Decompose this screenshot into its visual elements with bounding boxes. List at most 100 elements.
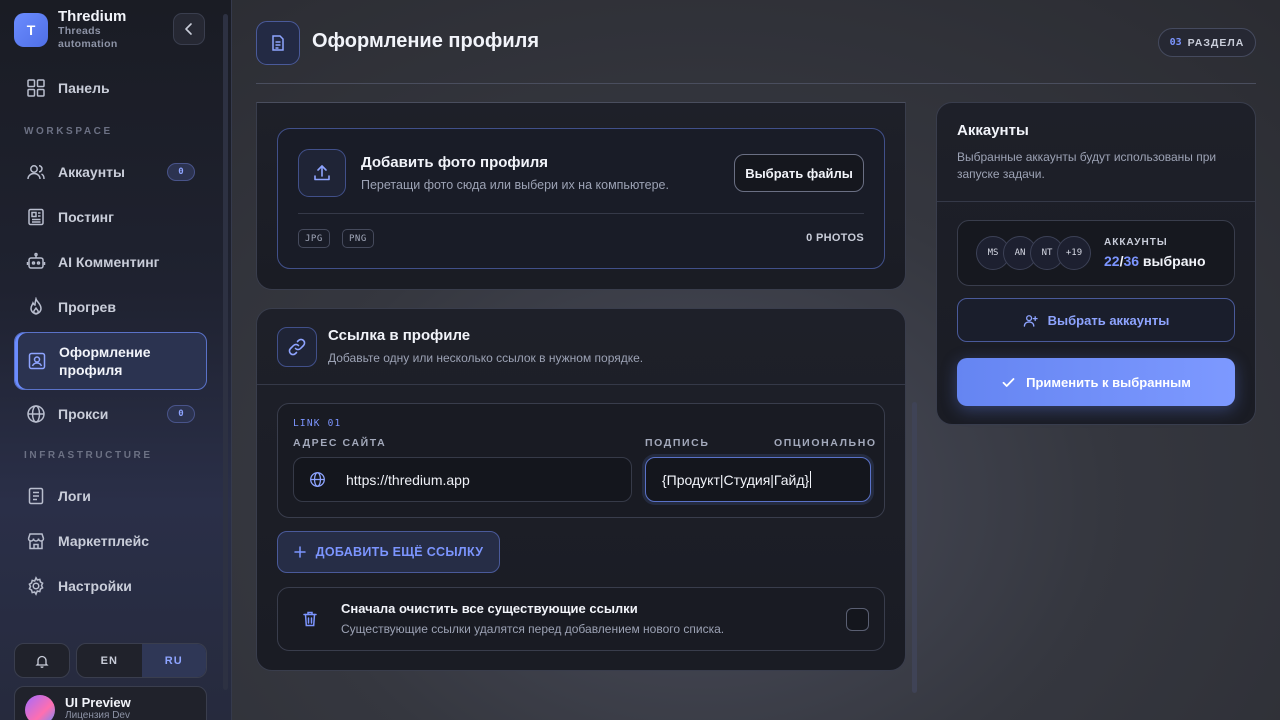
- header-divider: [256, 83, 1256, 84]
- user-name: UI Preview: [65, 695, 131, 710]
- sidebar-item-label: Настройки: [58, 578, 132, 594]
- sidebar-item-dashboard[interactable]: Панель: [14, 68, 207, 108]
- link-number: LINK 01: [293, 418, 342, 429]
- accounts-panel-subtitle: Выбранные аккаунты будут использованы пр…: [957, 150, 1217, 181]
- links-title: Ссылка в профиле: [328, 327, 471, 344]
- page-title: Оформление профиля: [312, 30, 540, 52]
- links-subtitle: Добавьте одну или несколько ссылок в нуж…: [328, 351, 644, 365]
- upload-subtitle: Перетащи фото сюда или выбери их на комп…: [361, 178, 669, 192]
- bell-icon: [35, 655, 49, 668]
- url-input[interactable]: https://thredium.app: [293, 457, 632, 502]
- sidebar-item-settings[interactable]: Настройки: [14, 566, 207, 606]
- photo-dropzone[interactable]: Добавить фото профиля Перетащи фото сюда…: [277, 128, 885, 269]
- sidebar-item-label: Панель: [58, 80, 110, 96]
- accounts-count-badge: 0: [167, 163, 195, 181]
- grid-icon: [26, 78, 46, 98]
- sidebar-item-ai-commenting[interactable]: AI Комментинг: [14, 242, 207, 282]
- sections-count-badge: 03 РАЗДЕЛА: [1158, 28, 1256, 57]
- sidebar-item-profile-design[interactable]: Оформление профиля: [14, 332, 207, 390]
- sidebar-item-label: Прогрев: [58, 299, 116, 315]
- clear-links-subtitle: Существующие ссылки удалятся перед добав…: [341, 622, 725, 636]
- section-label-workspace: WORKSPACE: [24, 126, 113, 137]
- upload-icon: [298, 149, 346, 197]
- gear-icon: [26, 576, 46, 596]
- accounts-panel-divider: [937, 201, 1255, 202]
- page-icon: [256, 21, 300, 65]
- profile-form-icon: [272, 35, 284, 51]
- sidebar-item-warmup[interactable]: Прогрев: [14, 287, 207, 327]
- sidebar-item-posting[interactable]: Постинг: [14, 197, 207, 237]
- sidebar-item-label: Аккаунты: [58, 164, 125, 180]
- photo-upload-card: Добавить фото профиля Перетащи фото сюда…: [256, 102, 906, 290]
- accounts-label: АККАУНТЫ: [1104, 237, 1168, 248]
- proxy-count-badge: 0: [167, 405, 195, 423]
- text-caret: [810, 471, 812, 488]
- accounts-panel-title: Аккаунты: [957, 122, 1029, 139]
- brand-subtitle: Threads automation: [58, 25, 118, 50]
- sidebar-item-marketplace[interactable]: Маркетплейс: [14, 521, 207, 561]
- select-accounts-button[interactable]: Выбрать аккаунты: [957, 298, 1235, 342]
- upload-title: Добавить фото профиля: [361, 154, 549, 171]
- sidebar-item-label: Постинг: [58, 209, 114, 225]
- lang-en-button[interactable]: EN: [77, 644, 142, 677]
- profile-links-card: Ссылка в профиле Добавьте одну или неско…: [256, 308, 906, 671]
- selected-accounts-summary: MS AN NT +19 АККАУНТЫ 22/36 выбрано: [957, 220, 1235, 286]
- brand-name: Thredium: [58, 8, 127, 25]
- photos-count: 0 PHOTOS: [806, 232, 864, 244]
- sidebar-item-label: Оформление профиля: [59, 344, 151, 378]
- plus-icon: [293, 546, 306, 558]
- user-card[interactable]: UI Preview Лицензия Dev: [14, 686, 207, 720]
- avatar: [25, 695, 55, 720]
- add-link-button[interactable]: ДОБАВИТЬ ЕЩЁ ССЫЛКУ: [277, 531, 500, 573]
- url-label: АДРЕС САЙТА: [293, 437, 387, 449]
- caption-label: ПОДПИСЬ: [645, 437, 710, 449]
- format-tag-png: PNG: [342, 229, 374, 248]
- link-icon: [277, 327, 317, 367]
- sidebar-item-logs[interactable]: Логи: [14, 476, 207, 516]
- format-tag-jpg: JPG: [298, 229, 330, 248]
- section-label-infrastructure: INFRASTRUCTURE: [24, 450, 153, 461]
- url-value: https://thredium.app: [346, 471, 470, 488]
- profile-card-icon: [27, 351, 47, 371]
- globe-icon: [26, 404, 46, 424]
- apply-to-selected-button[interactable]: Применить к выбранным: [957, 358, 1235, 406]
- users-icon: [26, 162, 46, 182]
- sidebar-item-label: Прокси: [58, 406, 109, 422]
- brand: T Thredium Threads automation: [14, 8, 126, 51]
- caption-input[interactable]: {Продукт|Студия|Гайд}: [645, 457, 871, 502]
- caption-value: {Продукт|Студия|Гайд}: [662, 471, 810, 488]
- clear-links-option: Сначала очистить все существующие ссылки…: [277, 587, 885, 651]
- lang-ru-button[interactable]: RU: [141, 644, 206, 677]
- upload-divider: [298, 213, 864, 214]
- accounts-selected-count: 22/36 выбрано: [1104, 253, 1206, 269]
- main-scrollbar[interactable]: [912, 402, 917, 693]
- globe-icon: [310, 472, 325, 487]
- links-divider: [257, 384, 905, 385]
- choose-files-button[interactable]: Выбрать файлы: [734, 154, 864, 192]
- collapse-sidebar-button[interactable]: [173, 13, 205, 45]
- flame-icon: [26, 297, 46, 317]
- sidebar-item-label: Логи: [58, 488, 91, 504]
- notifications-button[interactable]: [14, 643, 70, 678]
- newspaper-icon: [26, 207, 46, 227]
- link-entry: LINK 01 АДРЕС САЙТА ПОДПИСЬ ОПЦИОНАЛЬНО …: [277, 403, 885, 518]
- store-icon: [26, 531, 46, 551]
- user-plus-icon: [1023, 314, 1038, 327]
- logo: T: [14, 12, 48, 47]
- more-accounts-avatar: +19: [1057, 236, 1091, 270]
- check-icon: [1002, 377, 1015, 387]
- sidebar-item-accounts[interactable]: Аккаунты 0: [14, 152, 207, 192]
- accounts-panel: Аккаунты Выбранные аккаунты будут исполь…: [936, 102, 1256, 425]
- trash-icon: [303, 611, 317, 627]
- sidebar-item-label: AI Комментинг: [58, 254, 160, 270]
- clear-links-checkbox[interactable]: [846, 608, 869, 631]
- optional-label: ОПЦИОНАЛЬНО: [774, 437, 877, 449]
- clear-links-title: Сначала очистить все существующие ссылки: [341, 601, 638, 616]
- sidebar-item-proxy[interactable]: Прокси 0: [14, 394, 207, 434]
- sidebar-scrollbar[interactable]: [223, 14, 228, 690]
- chevron-left-icon: [185, 23, 192, 35]
- robot-icon: [26, 252, 46, 272]
- sidebar-item-label: Маркетплейс: [58, 533, 149, 549]
- document-list-icon: [26, 486, 46, 506]
- sidebar: T Thredium Threads automation Панель WOR…: [0, 0, 232, 720]
